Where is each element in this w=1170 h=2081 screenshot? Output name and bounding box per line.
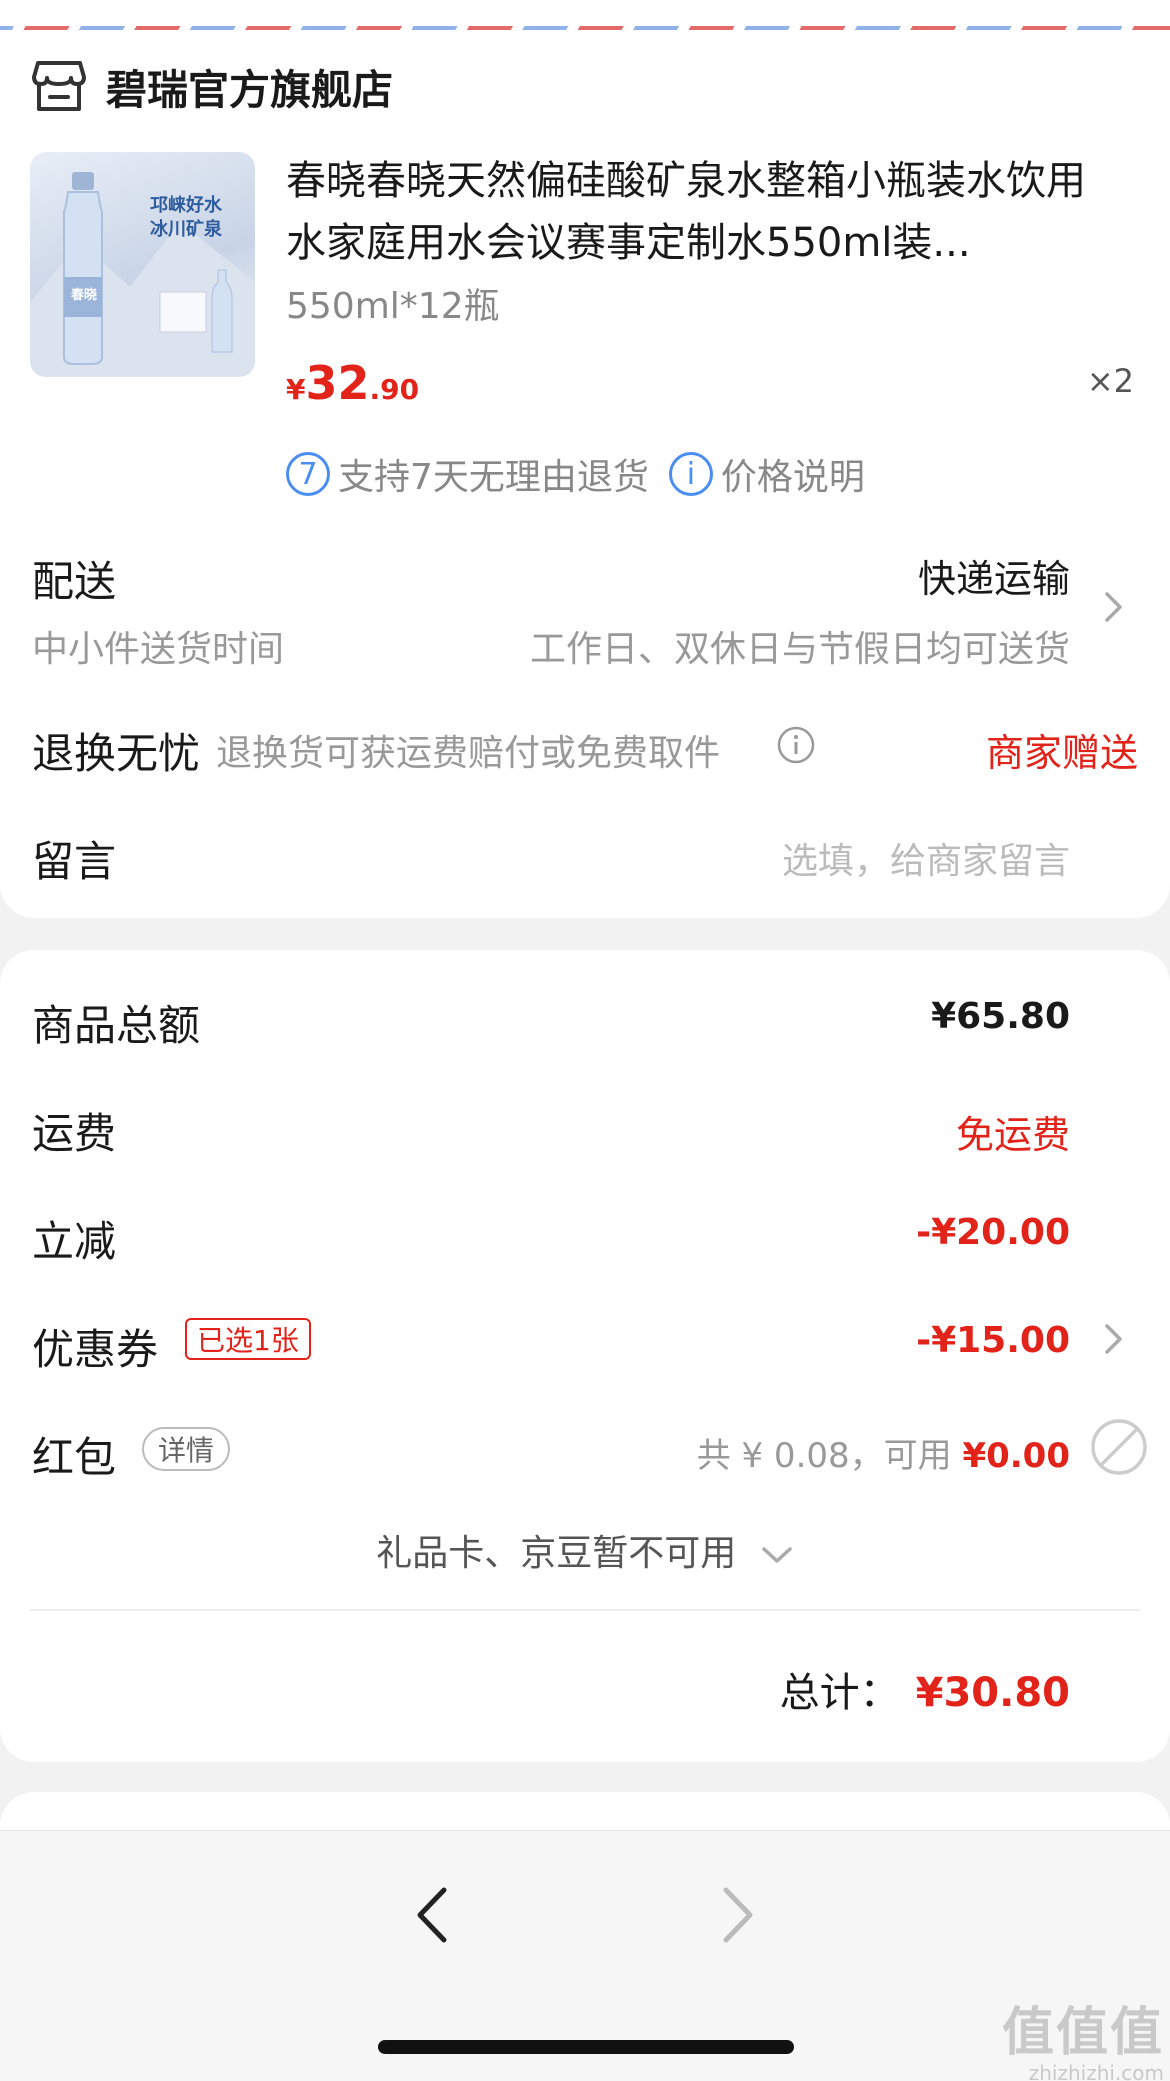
delivery-label: 配送 [32,557,117,606]
info-icon[interactable] [776,725,816,765]
product-price: ¥32.90 [286,356,419,410]
order-total: 总计： ¥30.80 [780,1660,1070,1718]
shop-name: 碧瑞官方旗舰店 [106,66,393,114]
price-integer: 32 [305,356,370,410]
product-quantity: ×2 [1086,362,1134,400]
store-icon [32,61,86,111]
shop-header[interactable]: 碧瑞官方旗舰店 [32,56,393,116]
shipping-label: 运费 [32,1109,117,1158]
image-caption-2: 冰川矿泉 [150,219,222,240]
disabled-icon[interactable] [1090,1418,1148,1476]
unavailable-text: 礼品卡、京豆暂不可用 [376,1533,737,1574]
red-packet-usable: ¥0.00 [962,1436,1070,1476]
service-tags: 7 支持7天无理由退货 i 价格说明 [286,448,865,500]
chevron-right-icon[interactable] [1096,1322,1130,1356]
unavailable-toggle[interactable]: 礼品卡、京豆暂不可用 [0,1524,1170,1576]
back-arrow-icon[interactable] [404,1880,464,1950]
image-caption-1: 邛崃好水 [150,195,222,216]
price-decimal: .90 [369,373,420,406]
return-policy-tag[interactable]: 支持7天无理由退货 [338,448,649,500]
total-label: 总计： [779,1670,900,1716]
delivery-time-label: 中小件送货时间 [32,629,285,670]
price-currency: ¥ [286,373,306,406]
image-brand: 春晓 [70,288,97,303]
coupon-label: 优惠券 [32,1325,159,1374]
chevron-down-icon [761,1547,792,1563]
return-worry-free-desc: 退换货可获运费赔付或免费取件 [216,733,721,774]
red-packet-total: 共 ¥ 0.08，可用 [696,1436,963,1476]
goods-total-label: 商品总额 [32,1001,201,1050]
price-explanation-tag[interactable]: 价格说明 [721,448,865,500]
red-packet-label: 红包 [32,1433,117,1482]
info-icon: i [668,452,713,496]
message-label: 留言 [32,837,117,886]
water-bottle-icon [30,172,255,377]
product-title[interactable]: 春晓春晓天然偏硅酸矿泉水整箱小瓶装水饮用水家庭用水会议赛事定制水550ml装..… [286,150,1116,274]
message-input[interactable]: 选填，给商家留言 [782,832,1070,884]
red-packet-detail-button[interactable]: 详情 [142,1427,231,1471]
instant-discount-value: -¥20.00 [916,1212,1070,1253]
return-worry-free-label: 退换无忧 [32,729,201,778]
delivery-time-value: 工作日、双休日与节假日均可送货 [529,629,1070,670]
coupon-value[interactable]: -¥15.00 [916,1320,1070,1361]
shipping-value: 免运费 [955,1113,1070,1157]
seven-day-return-icon: 7 [286,452,330,496]
goods-total-value: ¥65.80 [931,996,1070,1037]
instant-discount-label: 立减 [32,1217,117,1266]
divider [30,1609,1140,1611]
product-spec: 550ml*12瓶 [286,286,500,327]
coupon-selected-badge: 已选1张 [185,1318,311,1360]
delivery-method[interactable]: 快递运输 [918,548,1070,603]
forward-arrow-icon[interactable] [706,1880,766,1950]
watermark-logo: 值值值 [1001,2003,1164,2063]
chevron-right-icon[interactable] [1096,590,1130,624]
total-value: ¥30.80 [915,1670,1070,1716]
home-indicator[interactable] [378,2040,794,2054]
red-packet-info: 共 ¥ 0.08，可用 ¥0.00 [697,1428,1070,1477]
return-worry-free-value: 商家赠送 [985,731,1138,775]
product-image[interactable]: 邛崃好水 冰川矿泉 春晓 [30,152,255,377]
watermark: 值值值 zhizhizhi.com [1002,1990,1164,2081]
